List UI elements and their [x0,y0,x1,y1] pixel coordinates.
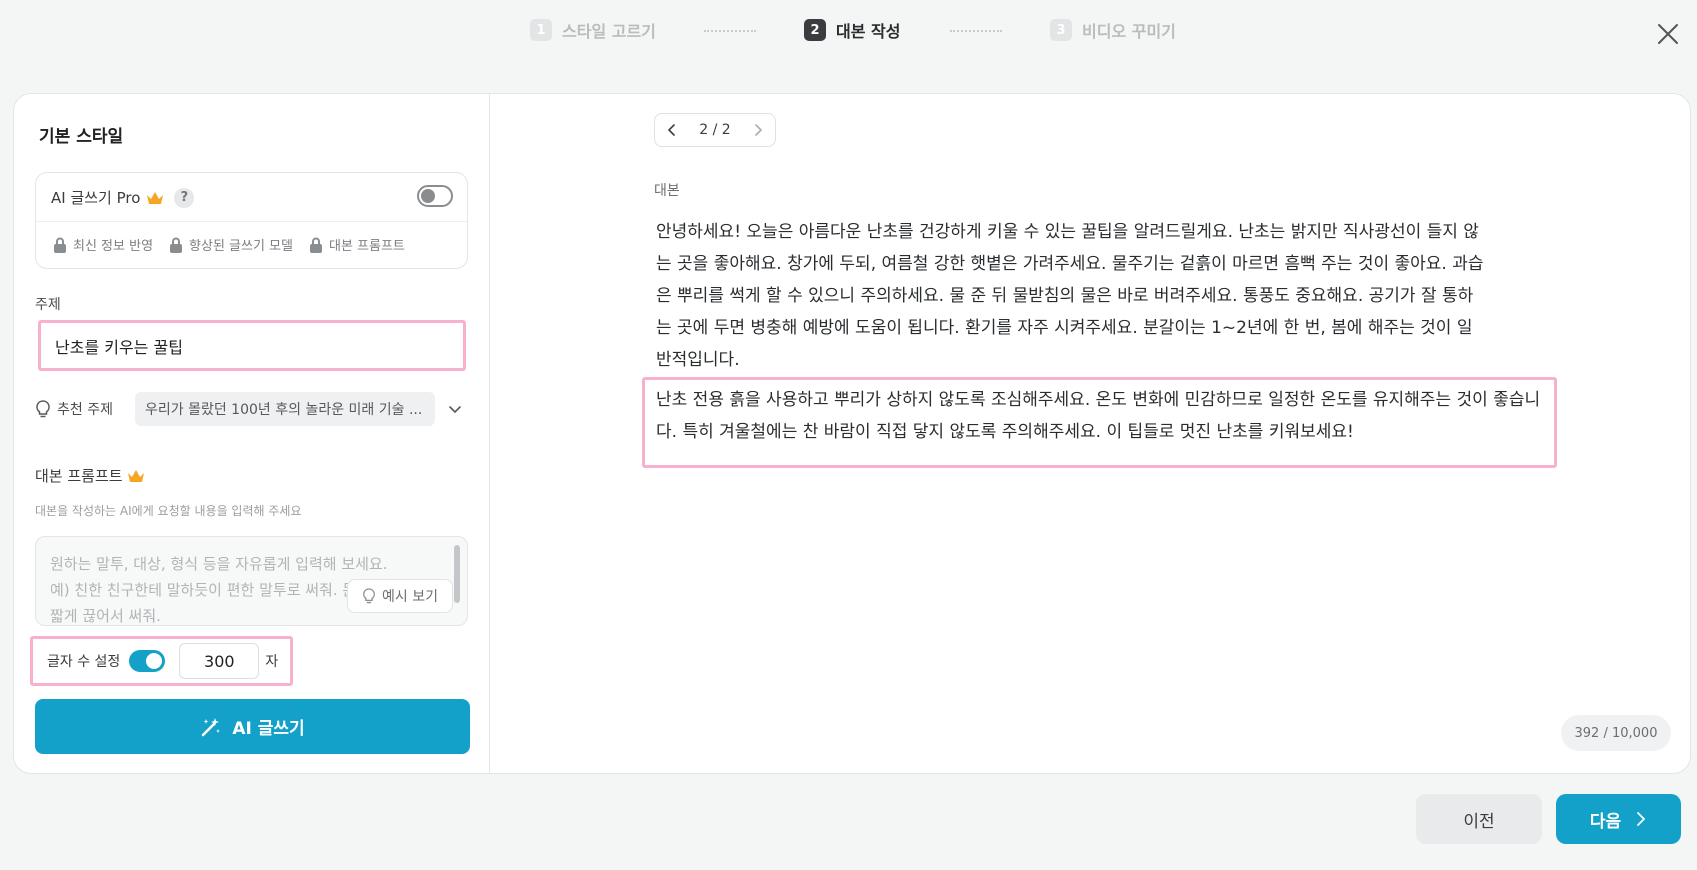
chevron-right-icon [1637,812,1646,826]
lock-icon [54,237,66,253]
page-indicator: 2 / 2 [699,122,731,138]
recommended-topic-chip[interactable]: 우리가 몰랐던 100년 후의 놀라운 미래 기술 ... [135,392,435,426]
chevron-right-icon[interactable] [751,123,765,137]
step-label: 대본 작성 [836,22,901,41]
prompt-textarea[interactable]: 원하는 말투, 대상, 형식 등을 자유롭게 입력해 보세요. 예) 친한 친구… [35,536,468,626]
step-number: 2 [804,19,826,41]
prompt-description: 대본을 작성하는 AI에게 요청할 내용을 입력해 주세요 [35,504,302,518]
lightbulb-icon [363,588,375,604]
prompt-scrollbar[interactable] [454,545,460,603]
next-button-label: 다음 [1589,811,1622,832]
char-count-unit: 자 [265,654,279,670]
step-separator [950,30,1002,32]
ai-pro-features: 최신 정보 반영 향상된 글쓰기 모델 대본 프롬프트 [53,235,405,254]
char-count-toggle[interactable] [129,650,166,672]
step-number: 3 [1050,19,1072,41]
char-count-input[interactable]: 300 [179,643,260,679]
step-label: 스타일 고르기 [562,22,656,41]
close-icon [1658,24,1678,44]
feature-script-prompt: 대본 프롬프트 [309,235,405,254]
chevron-left-icon[interactable] [665,123,679,137]
step-separator [704,30,756,32]
step-video-decorate[interactable]: 3 비디오 꾸미기 [1050,18,1176,42]
script-label: 대본 [654,183,680,199]
script-paragraph[interactable]: 안녕하세요! 오늘은 아름다운 난초를 건강하게 키울 수 있는 꿀팁을 알려드… [656,216,1486,376]
feature-label: 최신 정보 반영 [73,239,154,254]
page-navigator: 2 / 2 [654,113,776,147]
lightbulb-icon [36,400,50,418]
crown-icon [127,469,144,482]
ai-pro-label: AI 글쓰기 Pro [51,189,141,207]
step-number: 1 [530,19,552,41]
crown-icon [147,191,164,204]
script-paragraph-selected[interactable]: 난초 전용 흙을 사용하고 뿌리가 상하지 않도록 조심해주세요. 온도 변화에… [642,377,1557,468]
settings-panel: 기본 스타일 AI 글쓰기 Pro ? 최신 정보 반영 향상된 글쓰기 모델 [14,94,490,773]
ai-write-button-label: AI 글쓰기 [232,719,305,739]
magic-wand-icon [202,717,221,736]
script-panel: 2 / 2 대본 안녕하세요! 오늘은 아름다운 난초를 건강하게 키울 수 있… [491,94,1690,773]
lock-icon [170,237,183,253]
prompt-placeholder: 원하는 말투, 대상, 형식 등을 자유롭게 입력해 보세요. 예) 친한 친구… [50,555,388,625]
ai-pro-box: AI 글쓰기 Pro ? 최신 정보 반영 향상된 글쓰기 모델 대본 프롬프트 [35,172,468,269]
feature-label: 대본 프롬프트 [328,239,405,254]
recommended-topic-label: 추천 주제 [57,402,113,418]
feature-improved-model: 향상된 글쓰기 모델 [169,235,293,254]
help-icon[interactable]: ? [174,187,195,208]
feature-label: 향상된 글쓰기 모델 [189,239,293,254]
topic-label: 주제 [35,297,61,313]
topic-input[interactable]: 난초를 키우는 꿀팁 [38,320,466,371]
step-label: 비디오 꾸미기 [1082,22,1176,41]
chevron-down-icon[interactable] [447,401,463,417]
previous-button[interactable]: 이전 [1416,794,1542,844]
ai-pro-toggle[interactable] [417,185,453,207]
step-script-writing[interactable]: 2 대본 작성 [804,18,900,42]
recommended-topic-row: 추천 주제 우리가 몰랐던 100년 후의 놀라운 미래 기술 ... [35,392,475,426]
prompt-title: 대본 프롬프트 [35,465,145,486]
character-counter: 392 / 10,000 [1561,715,1671,751]
ai-write-button[interactable]: AI 글쓰기 [35,699,470,754]
char-count-label: 글자 수 설정 [47,654,121,670]
previous-button-label: 이전 [1463,811,1495,832]
divider [36,221,467,222]
example-button[interactable]: 예시 보기 [347,579,453,613]
example-button-label: 예시 보기 [382,589,438,605]
section-title: 기본 스타일 [39,127,124,147]
step-style-select[interactable]: 1 스타일 고르기 [530,18,656,42]
close-button[interactable] [1656,22,1680,46]
editor-card: 기본 스타일 AI 글쓰기 Pro ? 최신 정보 반영 향상된 글쓰기 모델 [13,93,1691,774]
char-count-setting: 글자 수 설정 300 자 [30,636,293,686]
stepper: 1 스타일 고르기 2 대본 작성 3 비디오 꾸미기 [0,18,1697,44]
ai-pro-header: AI 글쓰기 Pro ? [51,187,195,208]
prompt-title-text: 대본 프롬프트 [35,467,123,485]
lock-icon [309,237,322,253]
next-button[interactable]: 다음 [1556,794,1681,844]
feature-latest-info: 최신 정보 반영 [53,235,153,254]
